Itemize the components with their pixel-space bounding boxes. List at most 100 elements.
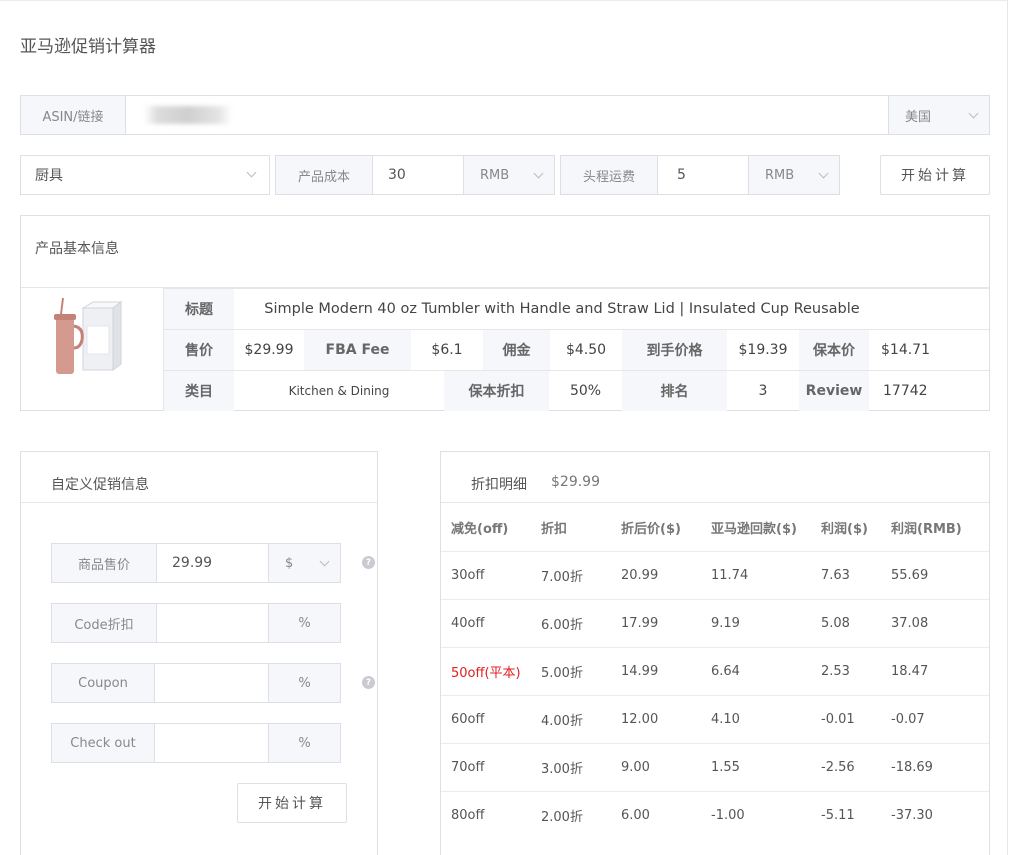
divider [21, 502, 377, 503]
cell-profit-usd: -2.56 [821, 760, 855, 775]
fba-fee-value: $6.1 [431, 342, 463, 358]
code-discount-label: Code折扣 [52, 604, 157, 642]
page-title: 亚马逊促销计算器 [20, 37, 156, 57]
cell-payout: 4.10 [711, 712, 740, 727]
cell-profit-rmb: 18.47 [891, 664, 929, 679]
marketplace-value: 美国 [905, 109, 932, 125]
sale-price-label: 商品售价 [52, 544, 157, 582]
cell-profit-rmb: 55.69 [891, 568, 929, 583]
coupon-group: Coupon % [51, 663, 341, 703]
code-discount-input[interactable] [158, 604, 268, 642]
cell-price: 17.99 [621, 616, 659, 631]
cell-off: 60off [451, 712, 485, 727]
chevron-down-icon [968, 108, 979, 118]
cell-profit-usd: -0.01 [821, 712, 855, 727]
cell-price: 9.00 [621, 760, 650, 775]
title-label: 标题 [164, 289, 234, 329]
cell-off: 50off(平本) [451, 666, 521, 681]
checkout-label: Check out [52, 724, 155, 762]
asin-input[interactable] [127, 96, 887, 134]
cost-currency-select[interactable]: RMB [463, 156, 554, 194]
coupon-input[interactable] [156, 664, 268, 702]
cell-payout: 9.19 [711, 616, 740, 631]
table-row: 40off 6.00折 17.99 9.19 5.08 37.08 [441, 599, 989, 647]
custom-promo-title: 自定义促销信息 [51, 477, 149, 493]
cell-profit-usd: 5.08 [821, 616, 850, 631]
table-row: 70off 3.00折 9.00 1.55 -2.56 -18.69 [441, 743, 989, 791]
breakeven-discount-label: 保本折扣 [444, 371, 549, 411]
shipping-currency-select[interactable]: RMB [748, 156, 839, 194]
coupon-label: Coupon [52, 664, 155, 702]
col-header-discount: 折扣 [541, 521, 568, 537]
product-cost-group: 产品成本 RMB [275, 155, 555, 195]
fba-fee-label: FBA Fee [304, 330, 411, 370]
cost-currency-value: RMB [480, 167, 510, 183]
cell-discount: 3.00折 [541, 762, 583, 777]
table-header: 减免(off) 折扣 折后价($) 亚马逊回款($) 利润($) 利润(RMB) [441, 503, 989, 551]
code-discount-unit: % [268, 604, 340, 642]
info-row-title: 标题 Simple Modern 40 oz Tumbler with Hand… [163, 288, 989, 329]
cell-off: 30off [451, 568, 485, 583]
cell-profit-usd: 2.53 [821, 664, 850, 679]
discount-details-price: $29.99 [551, 474, 600, 490]
cell-off: 70off [451, 760, 485, 775]
cell-discount: 6.00折 [541, 618, 583, 633]
review-label: Review [799, 371, 869, 411]
col-header-payout: 亚马逊回款($) [711, 521, 797, 537]
product-image [21, 288, 143, 410]
breakeven-price-label: 保本价 [799, 330, 869, 370]
title-value: Simple Modern 40 oz Tumbler with Handle … [264, 301, 860, 317]
product-cost-input[interactable] [374, 156, 464, 194]
coupon-unit: % [268, 664, 340, 702]
sale-price-input[interactable] [158, 544, 268, 582]
checkout-group: Check out % [51, 723, 341, 763]
cell-profit-rmb: -18.69 [891, 760, 933, 775]
shipping-currency-value: RMB [765, 167, 795, 183]
chevron-down-icon [818, 168, 829, 178]
product-info-card: 产品基本信息 标题 Simple Modern 40 oz Tumbler wi… [20, 215, 990, 411]
cell-discount: 2.00折 [541, 810, 583, 825]
shipping-cost-group: 头程运费 RMB [560, 155, 840, 195]
table-row: 60off 4.00折 12.00 4.10 -0.01 -0.07 [441, 695, 989, 743]
sale-price-unit-select[interactable]: $ [268, 544, 340, 582]
cell-profit-rmb: -0.07 [891, 712, 925, 727]
net-price-label: 到手价格 [622, 330, 727, 370]
commission-value: $4.50 [565, 342, 607, 358]
cell-profit-rmb: 37.08 [891, 616, 929, 631]
help-icon[interactable]: ? [362, 676, 375, 689]
cell-off: 40off [451, 616, 485, 631]
table-row: 30off 7.00折 20.99 11.74 7.63 55.69 [441, 551, 989, 599]
review-value: 17742 [883, 383, 928, 399]
code-discount-group: Code折扣 % [51, 603, 341, 643]
shipping-cost-label: 头程运费 [561, 156, 658, 194]
chevron-down-icon [246, 167, 257, 178]
rank-label: 排名 [622, 371, 727, 411]
cell-payout: 1.55 [711, 760, 740, 775]
price-value: $29.99 [244, 342, 294, 358]
help-icon[interactable]: ? [362, 556, 375, 569]
col-header-profit-rmb: 利润(RMB) [891, 521, 962, 537]
cell-payout: 6.64 [711, 664, 740, 679]
cell-payout: -1.00 [711, 808, 745, 823]
price-label: 售价 [164, 330, 234, 370]
col-header-profit-usd: 利润($) [821, 521, 868, 537]
marketplace-select[interactable]: 美国 [888, 96, 989, 134]
cell-profit-usd: 7.63 [821, 568, 850, 583]
discount-details-card: 折扣明细 $29.99 减免(off) 折扣 折后价($) 亚马逊回款($) 利… [440, 451, 990, 855]
product-cost-label: 产品成本 [276, 156, 373, 194]
calculate-button[interactable]: 开始计算 [880, 155, 990, 195]
cell-price: 20.99 [621, 568, 659, 583]
shipping-cost-input[interactable] [659, 156, 749, 194]
table-row: 80off 2.00折 6.00 -1.00 -5.11 -37.30 [441, 791, 989, 839]
info-row-meta: 类目 Kitchen & Dining 保本折扣 50% 排名 3 Review… [163, 370, 989, 411]
category-select[interactable]: 厨具 [20, 155, 270, 195]
redacted-asin [144, 106, 232, 124]
custom-calculate-button[interactable]: 开始计算 [237, 783, 347, 823]
table-row: 50off(平本) 5.00折 14.99 6.64 2.53 18.47 [441, 647, 989, 695]
checkout-input[interactable] [156, 724, 268, 762]
cell-off: 80off [451, 808, 485, 823]
checkout-unit: % [268, 724, 340, 762]
discount-details-title: 折扣明细 [471, 477, 527, 493]
cell-profit-rmb: -37.30 [891, 808, 933, 823]
cell-discount: 4.00折 [541, 714, 583, 729]
